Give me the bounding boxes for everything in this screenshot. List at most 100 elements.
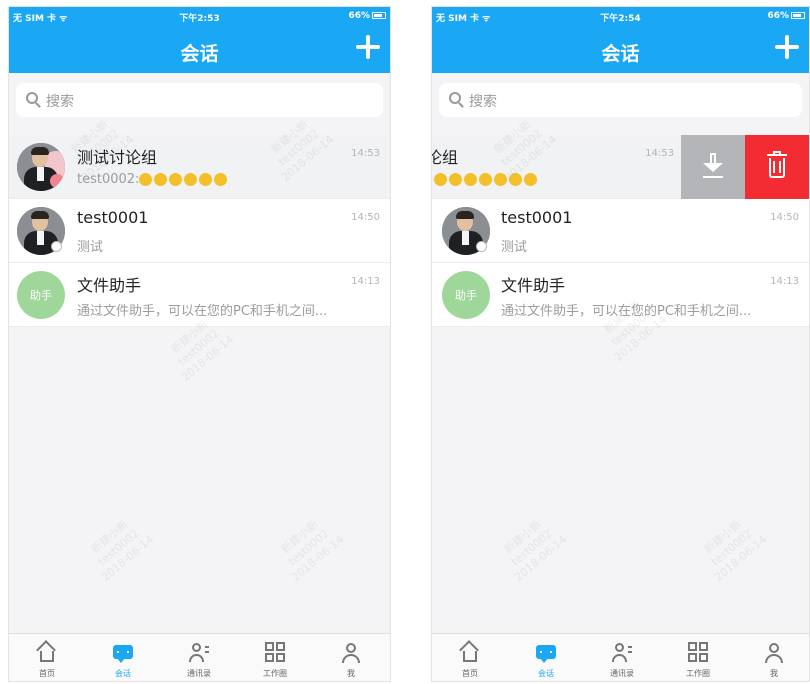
workspace-grid-icon (688, 642, 708, 664)
watermark: 新建小新test00022018-06-14 (278, 517, 347, 584)
conversation-row-group-swiped[interactable]: 论组 14:53 (432, 135, 809, 199)
conversation-list: 测试讨论组 14:53 test0002: test0001 14:50 测试 … (9, 135, 390, 327)
battery-percent: 66% (767, 11, 789, 21)
conversation-time: 14:53 (645, 148, 674, 159)
conversation-row-file-helper[interactable]: 助手 文件助手 14:13 通过文件助手，可以在您的PC和手机之间... (432, 263, 809, 327)
group-badge-icon (50, 174, 64, 188)
workspace-grid-icon (265, 642, 285, 664)
conversation-preview (434, 172, 539, 187)
conversation-row-file-helper[interactable]: 助手 文件助手 14:13 通过文件助手，可以在您的PC和手机之间... (9, 263, 390, 327)
tab-label: 首页 (462, 669, 478, 678)
tab-label: 首页 (39, 669, 55, 678)
home-icon (36, 640, 57, 664)
user-status-icon (51, 241, 62, 252)
tab-label: 通讯录 (187, 669, 211, 678)
tab-label: 通讯录 (610, 669, 634, 678)
conversation-time: 14:53 (351, 148, 380, 159)
delete-action-button[interactable] (745, 135, 809, 199)
conversation-row-test0001[interactable]: test0001 14:50 测试 (9, 199, 390, 263)
tab-label: 工作圈 (686, 669, 710, 678)
chat-icon (536, 642, 556, 664)
tab-bar: 首页 会话 通讯录 工作圈 我 (432, 633, 809, 681)
nav-bar: 无 SIM 卡 ᯤ 下午2:54 66% 会话 (432, 7, 809, 73)
tab-chats[interactable]: 会话 (508, 634, 584, 681)
contacts-icon (189, 642, 209, 664)
chat-icon (113, 642, 133, 664)
conversation-preview: test0002: (77, 172, 229, 187)
user-status-icon (476, 241, 487, 252)
battery-percent: 66% (348, 11, 370, 21)
conversation-name: test0001 (501, 208, 573, 227)
file-helper-avatar: 助手 (442, 271, 490, 319)
watermark: 新建小新test00022018-06-14 (88, 517, 157, 584)
battery-icon (372, 12, 386, 19)
tab-me[interactable]: 我 (736, 634, 809, 681)
phone-screen-right: 无 SIM 卡 ᯤ 下午2:54 66% 会话 搜索 论组 14:53 (431, 6, 810, 682)
file-helper-avatar: 助手 (17, 271, 65, 319)
tab-workspace[interactable]: 工作圈 (660, 634, 736, 681)
search-placeholder: 搜索 (469, 94, 497, 110)
home-icon (459, 640, 480, 664)
page-title: 会话 (601, 43, 640, 65)
contacts-icon (612, 642, 632, 664)
status-bar: 无 SIM 卡 ᯤ 下午2:54 66% (436, 11, 805, 25)
tab-me[interactable]: 我 (313, 634, 389, 681)
group-avatar (17, 143, 65, 191)
conversation-time: 14:13 (351, 276, 380, 287)
search-input[interactable]: 搜索 (16, 83, 383, 117)
preview-sender: test0002: (77, 172, 140, 187)
nav-bar: 无 SIM 卡 ᯤ 下午2:53 66% 会话 (9, 7, 390, 73)
conversation-time: 14:13 (770, 276, 799, 287)
battery-icon (791, 12, 805, 19)
conversation-row-group[interactable]: 测试讨论组 14:53 test0002: (9, 135, 390, 199)
conversation-name: 文件助手 (501, 276, 566, 295)
conversation-time: 14:50 (770, 212, 799, 223)
conversation-preview: 通过文件助手，可以在您的PC和手机之间... (501, 304, 752, 319)
add-plus-icon[interactable] (356, 35, 380, 59)
phone-screen-left: 无 SIM 卡 ᯤ 下午2:53 66% 会话 搜索 测试讨论组 14:53 t… (8, 6, 391, 682)
avatar-label: 助手 (455, 289, 477, 302)
archive-action-button[interactable] (681, 135, 745, 199)
trash-icon (767, 151, 787, 179)
battery-indicator: 66% (767, 11, 805, 21)
conversation-time: 14:50 (351, 212, 380, 223)
tab-contacts[interactable]: 通讯录 (584, 634, 660, 681)
download-archive-icon (703, 153, 723, 179)
profile-icon (764, 642, 784, 664)
tab-label: 我 (770, 669, 778, 678)
emoji-icons (139, 172, 229, 187)
conversation-name: 论组 (432, 148, 459, 167)
add-plus-icon[interactable] (775, 35, 799, 59)
conversation-row-test0001[interactable]: test0001 14:50 测试 (432, 199, 809, 263)
tab-contacts[interactable]: 通讯录 (161, 634, 237, 681)
tab-label: 会话 (538, 669, 554, 678)
conversation-preview: 测试 (77, 240, 104, 255)
status-time: 下午2:53 (179, 14, 220, 24)
tab-home[interactable]: 首页 (432, 634, 508, 681)
emoji-icons (434, 172, 539, 187)
battery-indicator: 66% (348, 11, 386, 21)
tab-label: 会话 (115, 669, 131, 678)
search-icon (26, 92, 38, 104)
watermark: 新建小新test00022018-06-14 (701, 517, 770, 584)
conversation-name: 测试讨论组 (77, 148, 158, 167)
search-placeholder: 搜索 (46, 94, 74, 110)
search-input[interactable]: 搜索 (439, 83, 802, 117)
conversation-preview: 测试 (501, 240, 528, 255)
tab-home[interactable]: 首页 (9, 634, 85, 681)
conversation-list: 论组 14:53 test0001 14:50 测试 助手 文件助手 14:1 (432, 135, 809, 327)
conversation-preview: 通过文件助手，可以在您的PC和手机之间... (77, 304, 328, 319)
status-time: 下午2:54 (600, 14, 641, 24)
profile-icon (341, 642, 361, 664)
tab-label: 工作圈 (263, 669, 287, 678)
avatar-label: 助手 (30, 289, 52, 302)
page-title: 会话 (180, 43, 219, 65)
status-bar: 无 SIM 卡 ᯤ 下午2:53 66% (13, 11, 386, 25)
conversation-name: test0001 (77, 208, 149, 227)
tab-chats[interactable]: 会话 (85, 634, 161, 681)
tab-label: 我 (347, 669, 355, 678)
tab-bar: 首页 会话 通讯录 工作圈 我 (9, 633, 390, 681)
conversation-name: 文件助手 (77, 276, 142, 295)
tab-workspace[interactable]: 工作圈 (237, 634, 313, 681)
watermark: 新建小新test00022018-06-14 (501, 517, 570, 584)
